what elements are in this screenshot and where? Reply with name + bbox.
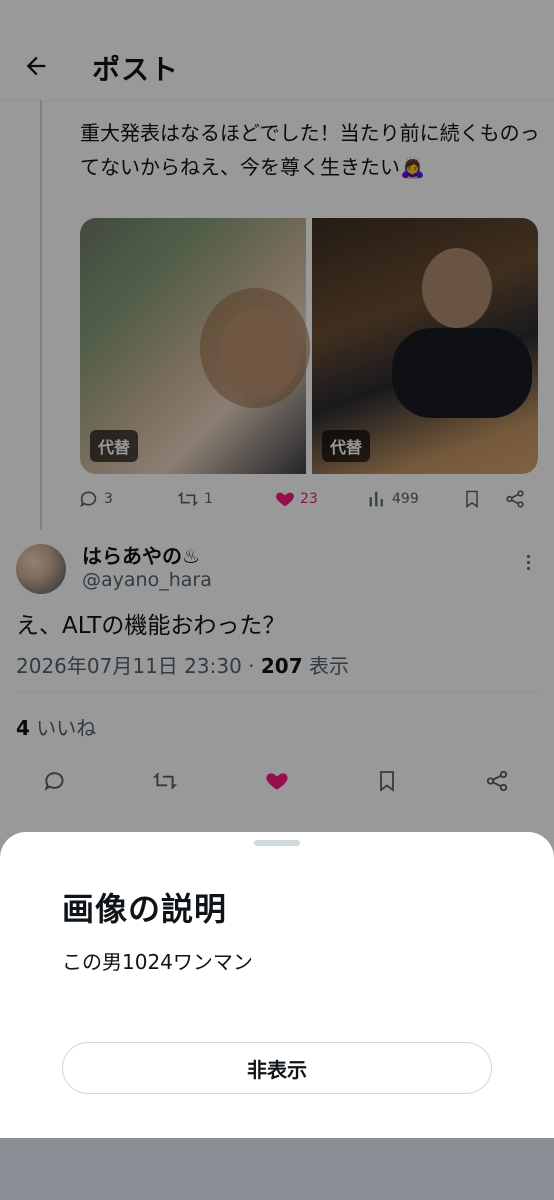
hide-button[interactable]: 非表示	[62, 1042, 492, 1094]
sheet-drag-handle[interactable]	[254, 840, 300, 846]
system-navigation-bar	[0, 1138, 554, 1200]
alt-text-bottom-sheet: 画像の説明 この男1024ワンマン 非表示	[0, 832, 554, 1138]
image-description: この男1024ワンマン	[62, 950, 253, 974]
post-detail-screen: ポスト 重大発表はなるほどでした！当たり前に続くものってないからねえ、今を尊く生…	[0, 0, 554, 1200]
sheet-title: 画像の説明	[62, 890, 228, 928]
